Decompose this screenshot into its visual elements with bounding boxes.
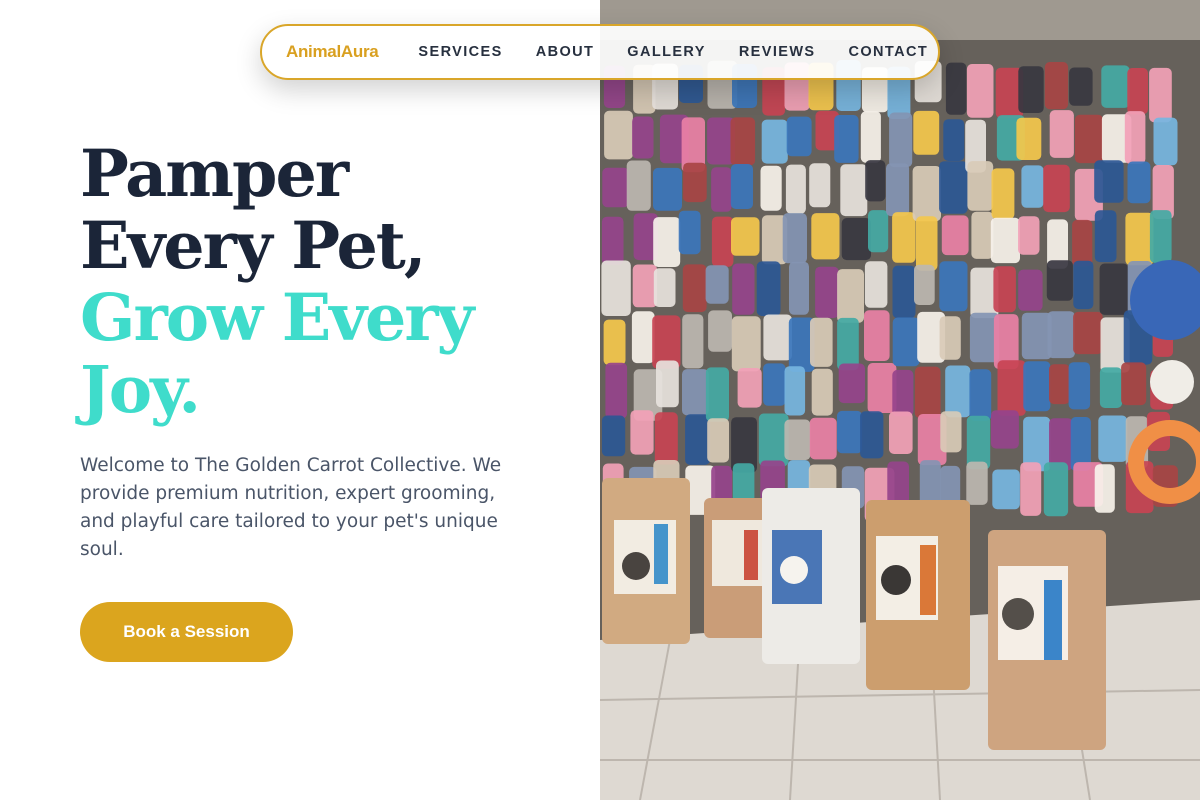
hero-section: Pamper Every Pet, Grow Every Joy. Welcom… xyxy=(80,138,560,564)
hero-intro-text: Welcome to The Golden Carrot Collective.… xyxy=(80,455,502,560)
nav-link-gallery[interactable]: GALLERY xyxy=(627,44,706,60)
headline-line-1: Pamper xyxy=(80,136,349,212)
headline-accent-line-1: Grow Every xyxy=(80,280,474,356)
book-session-button[interactable]: Book a Session xyxy=(80,602,293,662)
headline-line-2: Every Pet, xyxy=(80,208,426,284)
top-nav: AnimalAura SERVICES ABOUT GALLERY REVIEW… xyxy=(260,24,940,80)
nav-link-services[interactable]: SERVICES xyxy=(418,44,502,60)
nav-links: SERVICES ABOUT GALLERY REVIEWS CONTACT xyxy=(418,44,928,60)
nav-link-about[interactable]: ABOUT xyxy=(536,44,595,60)
hero-photo xyxy=(600,0,1200,800)
hero-headline: Pamper Every Pet, Grow Every Joy. xyxy=(80,138,560,426)
headline-accent-line-2: Joy. xyxy=(80,352,201,428)
nav-link-contact[interactable]: CONTACT xyxy=(848,44,928,60)
brand-logo-link[interactable]: AnimalAura xyxy=(286,42,379,62)
nav-link-reviews[interactable]: REVIEWS xyxy=(739,44,816,60)
